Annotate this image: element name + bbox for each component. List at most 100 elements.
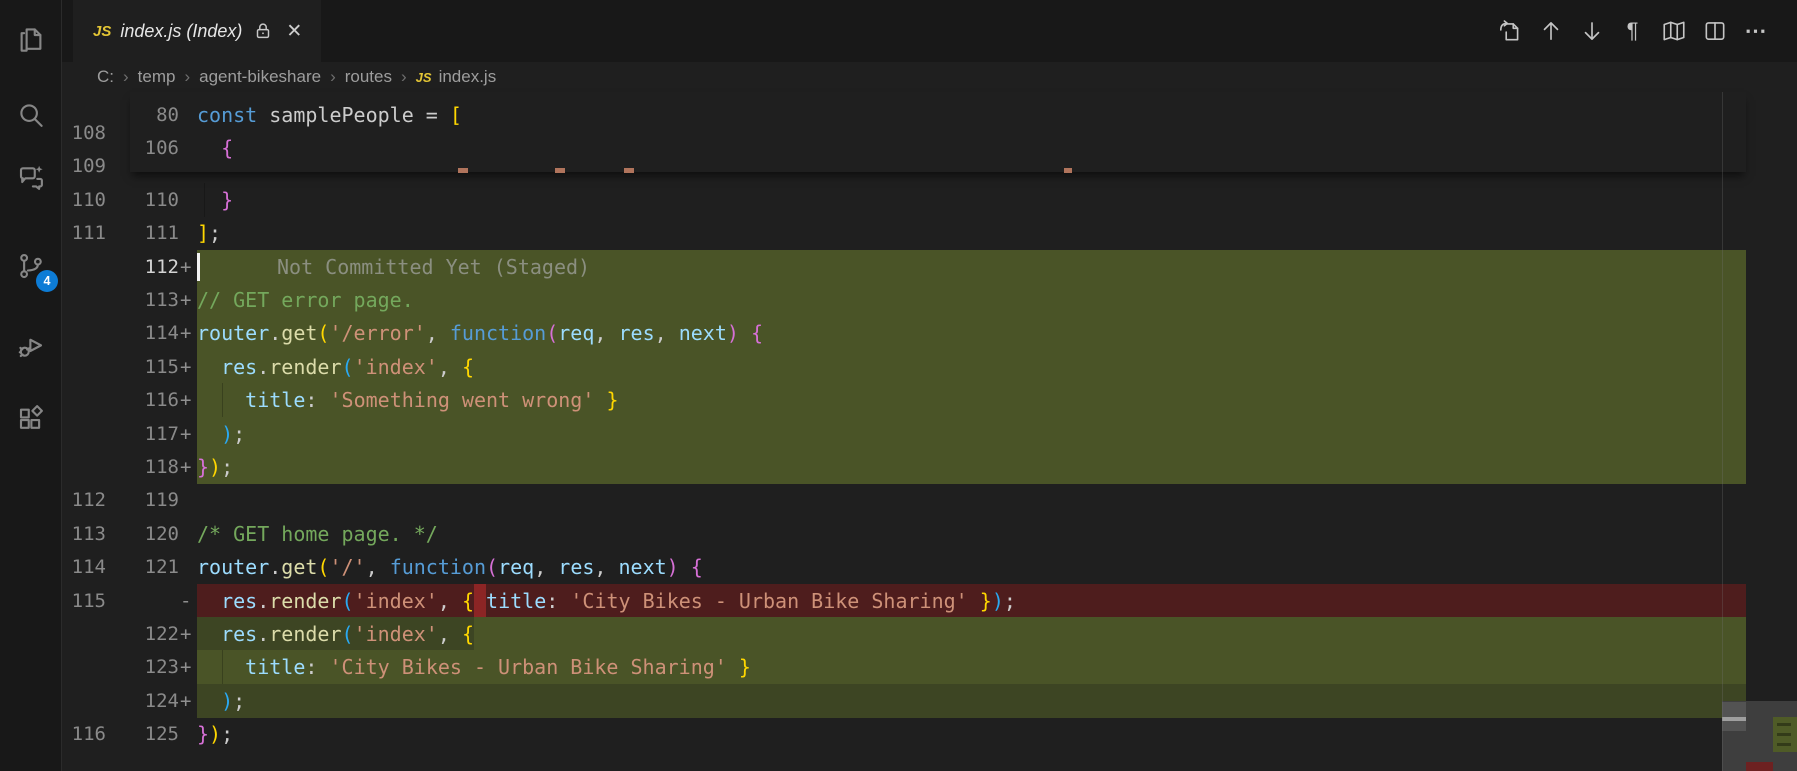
gutter-modified-line-number[interactable]: 118 (112, 450, 179, 484)
gutter-modified-line-number[interactable]: 110 (112, 183, 179, 217)
code-row[interactable]: 115+ res.render('index', { (62, 350, 1797, 384)
code-token (197, 417, 221, 451)
sticky-scroll-row[interactable]: 80const samplePeople = [ (130, 98, 1746, 132)
code-line[interactable]: res.render('index', { title: 'City Bikes… (197, 584, 1746, 618)
gutter-original-line-number[interactable]: 108 (62, 116, 106, 150)
open-file-icon[interactable] (1496, 18, 1523, 45)
gutter-modified-line-number[interactable]: 115 (112, 350, 179, 384)
gutter-original-line-number[interactable]: 109 (62, 149, 106, 183)
gutter-modified-line-number[interactable]: 125 (112, 717, 179, 751)
code-row[interactable]: 113120 /* GET home page. */ (62, 517, 1797, 551)
gutter-modified-line-number[interactable]: 121 (112, 550, 179, 584)
code-line[interactable]: title: 'City Bikes - Urban Bike Sharing'… (197, 650, 1746, 684)
extensions-icon[interactable] (0, 395, 62, 443)
code-token: function (390, 550, 486, 584)
breadcrumb-item[interactable]: agent-bikeshare (199, 67, 321, 87)
code-line[interactable]: /* GET home page. */ (197, 517, 1746, 551)
gutter-modified-line-number[interactable]: 114 (112, 316, 179, 350)
gutter-original-line-number[interactable]: 112 (62, 483, 106, 517)
close-icon[interactable]: ✕ (286, 20, 302, 43)
code-token: } (197, 450, 209, 484)
gutter-original-line-number[interactable]: 114 (62, 550, 106, 584)
code-row[interactable]: 116+ title: 'Something went wrong' } (62, 383, 1797, 417)
breadcrumb-item[interactable]: routes (345, 67, 392, 87)
toggle-map-icon[interactable] (1660, 18, 1687, 45)
gutter-modified-line-number[interactable]: 120 (112, 517, 179, 551)
tab-index-js[interactable]: JS index.js (Index) ✕ (73, 0, 321, 62)
code-line[interactable]: res.render('index', { (197, 617, 1746, 651)
breadcrumb-item[interactable]: C: (97, 67, 114, 87)
breadcrumb-file[interactable]: index.js (439, 67, 497, 87)
code-line[interactable] (197, 483, 1746, 517)
sticky-scroll-row[interactable]: 106 { (130, 131, 1746, 165)
gutter-modified-line-number[interactable]: 124 (112, 684, 179, 718)
gutter-modified-line-number[interactable]: 117 (112, 417, 179, 451)
clipped-code-sliver (624, 168, 634, 173)
code-token (727, 650, 739, 684)
code-line[interactable]: router.get('/error', function(req, res, … (197, 316, 1746, 350)
diff-editor[interactable]: 108109110110 }111111];112+Not Committed … (62, 92, 1797, 771)
previous-change-icon[interactable] (1537, 18, 1564, 45)
more-actions-icon[interactable]: ⋯ (1742, 18, 1769, 45)
gutter-original-line-number[interactable]: 110 (62, 183, 106, 217)
code-row[interactable]: 111111]; (62, 216, 1797, 250)
code-row[interactable]: 118+}); (62, 450, 1797, 484)
code-line[interactable]: // GET error page. (197, 283, 1746, 317)
breadcrumb-item[interactable]: temp (138, 67, 176, 87)
code-row[interactable]: 122+ res.render('index', { (62, 617, 1797, 651)
code-line[interactable]: Not Committed Yet (Staged) (197, 250, 1746, 284)
minimap-text-dash (1777, 743, 1791, 746)
code-token: ) (667, 550, 679, 584)
gutter-modified-line-number[interactable]: 112 (112, 250, 179, 284)
js-file-icon: JS (93, 23, 111, 40)
code-line[interactable]: }); (197, 717, 1746, 751)
code-token: [ (450, 103, 462, 127)
run-and-debug-icon[interactable] (0, 322, 62, 370)
gutter-modified-line-number[interactable]: 111 (112, 216, 179, 250)
search-icon[interactable] (0, 91, 62, 139)
gutter-modified-line-number[interactable]: 122 (112, 617, 179, 651)
gutter-original-line-number[interactable]: 116 (62, 717, 106, 751)
code-line[interactable]: ]; (197, 216, 1746, 250)
next-change-icon[interactable] (1578, 18, 1605, 45)
indent-guide (222, 383, 223, 417)
code-row[interactable]: 117+ ); (62, 417, 1797, 451)
gutter-original-line-number[interactable]: 113 (62, 517, 106, 551)
code-row[interactable]: 110110 } (62, 183, 1797, 217)
code-token: . (257, 584, 269, 618)
code-row[interactable]: 124+ ); (62, 684, 1797, 718)
gutter-modified-line-number[interactable]: 123 (112, 650, 179, 684)
gutter-modified-line-number[interactable]: 119 (112, 483, 179, 517)
gutter-modified-line-number[interactable]: 116 (112, 383, 179, 417)
code-line[interactable]: title: 'Something went wrong' } (197, 383, 1746, 417)
code-row[interactable]: 112+Not Committed Yet (Staged) (62, 250, 1797, 284)
clipped-code-sliver (458, 168, 468, 173)
code-row[interactable]: 113+// GET error page. (62, 283, 1797, 317)
code-line[interactable]: res.render('index', { (197, 350, 1746, 384)
code-token: { (462, 350, 474, 384)
minimap-text-dash (1777, 733, 1791, 736)
code-token: ( (342, 350, 354, 384)
code-token: , (594, 550, 618, 584)
toggle-whitespace-icon[interactable]: ¶ (1619, 18, 1646, 45)
sticky-scroll[interactable]: 80const samplePeople = [106 { (130, 92, 1746, 172)
code-row[interactable]: 112119 (62, 483, 1797, 517)
gutter-original-line-number[interactable]: 111 (62, 216, 106, 250)
code-row[interactable]: 114+router.get('/error', function(req, r… (62, 316, 1797, 350)
scrollbar-grip[interactable] (1722, 717, 1746, 721)
code-token: , (534, 550, 558, 584)
chat-icon[interactable] (0, 153, 62, 201)
code-line[interactable]: ); (197, 417, 1746, 451)
split-editor-icon[interactable] (1701, 18, 1728, 45)
code-line[interactable]: router.get('/', function(req, res, next)… (197, 550, 1746, 584)
code-line[interactable]: ); (197, 684, 1746, 718)
explorer-icon[interactable] (0, 16, 62, 64)
code-line[interactable]: } (197, 183, 1746, 217)
code-row[interactable]: 115- res.render('index', { title: 'City … (62, 584, 1797, 618)
gutter-original-line-number[interactable]: 115 (62, 584, 106, 618)
code-row[interactable]: 123+ title: 'City Bikes - Urban Bike Sha… (62, 650, 1797, 684)
code-row[interactable]: 114121 router.get('/', function(req, res,… (62, 550, 1797, 584)
code-line[interactable]: }); (197, 450, 1746, 484)
code-row[interactable]: 116125}); (62, 717, 1797, 751)
gutter-modified-line-number[interactable]: 113 (112, 283, 179, 317)
